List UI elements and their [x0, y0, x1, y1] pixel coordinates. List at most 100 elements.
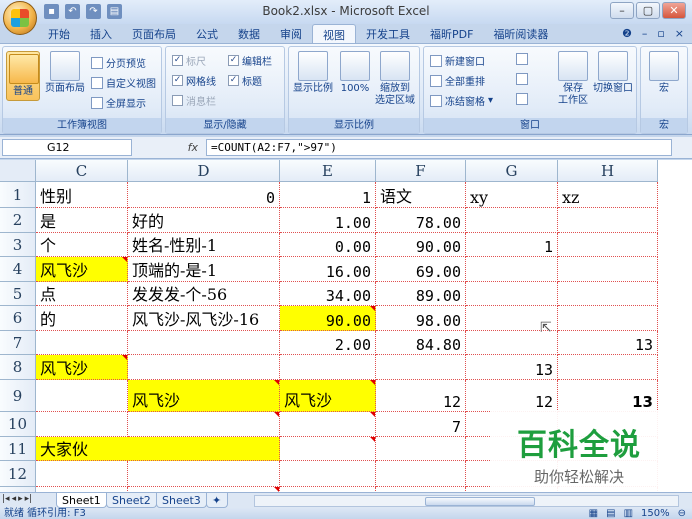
- page-break-preview-button[interactable]: 分页预览: [91, 55, 146, 70]
- column-header-e[interactable]: E: [280, 160, 376, 182]
- formula-input[interactable]: =COUNT(A2:F7,">97"): [206, 139, 672, 156]
- cell-f2[interactable]: 78.00: [376, 208, 466, 233]
- cell-f7[interactable]: 84.80: [376, 331, 466, 355]
- tab-page-layout[interactable]: 页面布局: [122, 24, 186, 44]
- cell-f12[interactable]: [376, 461, 466, 487]
- cell-g5[interactable]: [466, 282, 558, 306]
- custom-views-button[interactable]: 自定义视图: [91, 75, 156, 90]
- row-header-11[interactable]: 11: [0, 437, 36, 461]
- ribbon-close-icon[interactable]: ×: [675, 27, 684, 40]
- macros-button[interactable]: 宏: [645, 51, 683, 95]
- cell-c8[interactable]: 风飞沙: [36, 355, 128, 380]
- minimize-button[interactable]: –: [610, 2, 634, 19]
- ribbon-restore-icon[interactable]: ▫: [657, 27, 664, 40]
- row-header-6[interactable]: 6: [0, 306, 36, 331]
- save-workspace-button[interactable]: 保存 工作区: [556, 51, 590, 107]
- row-header-10[interactable]: 10: [0, 412, 36, 437]
- tab-formulas[interactable]: 公式: [186, 24, 228, 44]
- cell-h3[interactable]: [558, 233, 658, 257]
- formula-bar-checkbox[interactable]: ✓ 编辑栏: [228, 53, 272, 68]
- cell-g1[interactable]: xy: [466, 182, 558, 208]
- cell-f3[interactable]: 90.00: [376, 233, 466, 257]
- close-button[interactable]: ✕: [662, 2, 686, 19]
- cell-g2[interactable]: [466, 208, 558, 233]
- cell-d6[interactable]: 风飞沙-风飞沙-16: [128, 306, 280, 331]
- cell-e12[interactable]: [280, 461, 376, 487]
- cell-d10[interactable]: [128, 412, 280, 437]
- cell-g3[interactable]: 1: [466, 233, 558, 257]
- cell-h7[interactable]: 13: [558, 331, 658, 355]
- cell-d3[interactable]: 姓名-性别-1: [128, 233, 280, 257]
- sheet-tab-3[interactable]: Sheet3: [156, 493, 207, 508]
- cell-h8[interactable]: [558, 355, 658, 380]
- insert-sheet-button[interactable]: ✦: [206, 493, 228, 508]
- restore-button[interactable]: ▢: [636, 2, 660, 19]
- cell-d8[interactable]: [128, 355, 280, 380]
- cell-c12[interactable]: [36, 461, 128, 487]
- sheet-tab-1[interactable]: Sheet1: [56, 493, 107, 508]
- row-header-2[interactable]: 2: [0, 208, 36, 233]
- arrange-all-button[interactable]: 全部重排: [430, 73, 485, 88]
- cell-e8[interactable]: [280, 355, 376, 380]
- row-header-9[interactable]: 9: [0, 380, 36, 412]
- zoom-level[interactable]: 150%: [641, 508, 670, 519]
- freeze-panes-button[interactable]: 冻结窗格 ▾: [430, 93, 493, 108]
- zoom-to-selection-button[interactable]: 缩放到 选定区域: [373, 51, 417, 107]
- row-header-1[interactable]: 1: [0, 182, 36, 208]
- cell-e2[interactable]: 1.00: [280, 208, 376, 233]
- cell-c3[interactable]: 个: [36, 233, 128, 257]
- cell-f6[interactable]: 98.00: [376, 306, 466, 331]
- unhide-button[interactable]: [516, 93, 528, 105]
- tab-insert[interactable]: 插入: [80, 24, 122, 44]
- tab-review[interactable]: 审阅: [270, 24, 312, 44]
- cell-e10[interactable]: [280, 412, 376, 437]
- cell-h2[interactable]: [558, 208, 658, 233]
- cell-e1[interactable]: 1: [280, 182, 376, 208]
- cell-e9[interactable]: 风飞沙: [280, 380, 376, 412]
- name-box[interactable]: G12: [2, 139, 132, 156]
- cell-d1[interactable]: 0: [128, 182, 280, 208]
- last-sheet-icon[interactable]: ▸|: [25, 494, 33, 504]
- cell-e6[interactable]: 90.00: [280, 306, 376, 331]
- cell-h6[interactable]: [558, 306, 658, 331]
- cell-h1[interactable]: xz: [558, 182, 658, 208]
- page-layout-view-button[interactable]: 页面布局: [43, 51, 87, 95]
- select-all-corner[interactable]: [0, 160, 36, 182]
- cell-f9[interactable]: 12: [376, 380, 466, 412]
- cell-e5[interactable]: 34.00: [280, 282, 376, 306]
- sheet-tab-2[interactable]: Sheet2: [106, 493, 157, 508]
- cell-h5[interactable]: [558, 282, 658, 306]
- cell-c9[interactable]: [36, 380, 128, 412]
- column-header-d[interactable]: D: [128, 160, 280, 182]
- cell-f4[interactable]: 69.00: [376, 257, 466, 282]
- zoom-out-icon[interactable]: ⊖: [678, 508, 686, 519]
- horizontal-scrollbar[interactable]: [254, 495, 679, 507]
- row-header-12[interactable]: 12: [0, 461, 36, 487]
- column-header-g[interactable]: G: [466, 160, 558, 182]
- gridlines-checkbox[interactable]: ✓ 网格线: [172, 73, 216, 88]
- cell-g8[interactable]: 13: [466, 355, 558, 380]
- ruler-checkbox[interactable]: ✓ 标尺: [172, 53, 206, 68]
- cell-e11[interactable]: [280, 437, 376, 461]
- split-button[interactable]: [516, 53, 528, 65]
- cell-g4[interactable]: [466, 257, 558, 282]
- zoom-button[interactable]: 显示比例: [291, 51, 335, 95]
- cell-f10[interactable]: 7: [376, 412, 466, 437]
- cell-f11[interactable]: [376, 437, 466, 461]
- new-window-button[interactable]: 新建窗口: [430, 53, 485, 68]
- row-header-8[interactable]: 8: [0, 355, 36, 380]
- cell-c11[interactable]: 大家伙: [36, 437, 280, 461]
- view-page-break-icon[interactable]: ▥: [624, 508, 633, 519]
- column-header-h[interactable]: H: [558, 160, 658, 182]
- next-sheet-icon[interactable]: ▸: [18, 494, 23, 504]
- tab-foxit-pdf[interactable]: 福昕PDF: [420, 24, 483, 44]
- tab-developer[interactable]: 开发工具: [356, 24, 420, 44]
- row-header-5[interactable]: 5: [0, 282, 36, 306]
- prev-sheet-icon[interactable]: ◂: [12, 494, 17, 504]
- cell-f5[interactable]: 89.00: [376, 282, 466, 306]
- cell-e4[interactable]: 16.00: [280, 257, 376, 282]
- tab-view[interactable]: 视图: [312, 24, 356, 44]
- cell-c6[interactable]: 的: [36, 306, 128, 331]
- hide-button[interactable]: [516, 73, 528, 85]
- scrollbar-thumb[interactable]: [425, 497, 535, 506]
